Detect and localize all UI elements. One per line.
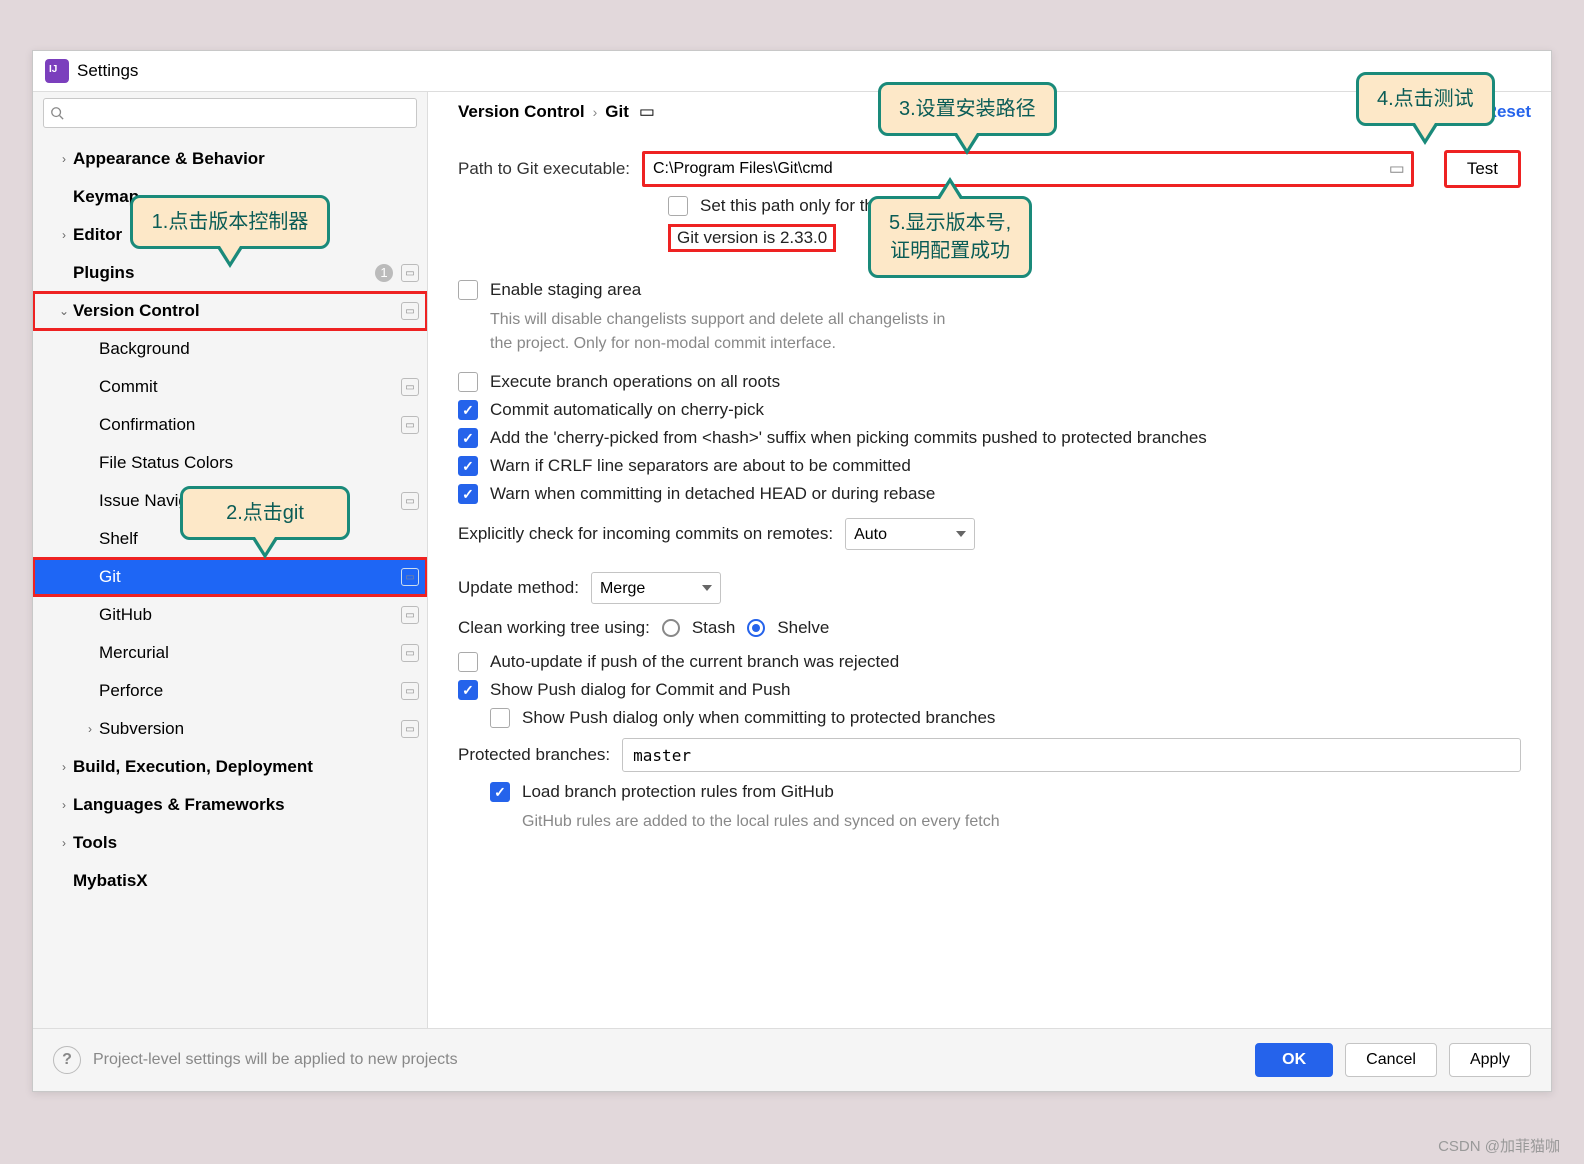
warn-detached-checkbox[interactable]: [458, 484, 478, 504]
warn-crlf-label: Warn if CRLF line separators are about t…: [490, 456, 911, 476]
project-scope-icon: ▭: [639, 102, 655, 122]
callout-5: 5.显示版本号,证明配置成功: [868, 196, 1032, 278]
auto-cherry-checkbox[interactable]: [458, 400, 478, 420]
search-input[interactable]: [43, 98, 417, 128]
tree-item-perforce[interactable]: Perforce▭: [33, 672, 427, 710]
auto-update-checkbox[interactable]: [458, 652, 478, 672]
exec-all-roots-label: Execute branch operations on all roots: [490, 372, 780, 392]
shelve-radio[interactable]: [747, 619, 765, 637]
window-title: Settings: [77, 61, 138, 81]
update-method-label: Update method:: [458, 578, 579, 598]
show-push-checkbox[interactable]: [458, 680, 478, 700]
check-remotes-label: Explicitly check for incoming commits on…: [458, 524, 833, 544]
add-suffix-checkbox[interactable]: [458, 428, 478, 448]
show-push-protected-label: Show Push dialog only when committing to…: [522, 708, 995, 728]
watermark: CSDN @加菲猫咖: [1438, 1135, 1560, 1156]
enable-staging-hint2: the project. Only for non-modal commit i…: [490, 332, 1521, 356]
tree-item-subversion[interactable]: ›Subversion▭: [33, 710, 427, 748]
tree-item-confirmation[interactable]: Confirmation▭: [33, 406, 427, 444]
warn-detached-label: Warn when committing in detached HEAD or…: [490, 484, 935, 504]
tree-item-mybatisx[interactable]: MybatisX: [33, 862, 427, 900]
ok-button[interactable]: OK: [1255, 1043, 1333, 1077]
check-remotes-select[interactable]: Auto: [845, 518, 975, 550]
tree-item-git[interactable]: Git▭: [33, 558, 427, 596]
chevron-right-icon: ›: [593, 104, 598, 120]
git-path-input[interactable]: [645, 154, 1383, 184]
tree-item-tools[interactable]: ›Tools: [33, 824, 427, 862]
breadcrumb-root: Version Control: [458, 102, 585, 122]
add-suffix-label: Add the 'cherry-picked from <hash>' suff…: [490, 428, 1207, 448]
tree-item-github[interactable]: GitHub▭: [33, 596, 427, 634]
tree-item-build-execution-deployment[interactable]: ›Build, Execution, Deployment: [33, 748, 427, 786]
show-push-protected-checkbox[interactable]: [490, 708, 510, 728]
clean-tree-label: Clean working tree using:: [458, 618, 650, 638]
browse-icon[interactable]: ▭: [1383, 154, 1411, 184]
auto-cherry-label: Commit automatically on cherry-pick: [490, 400, 764, 420]
tree-item-appearance-behavior[interactable]: ›Appearance & Behavior: [33, 140, 427, 178]
footer-hint: Project-level settings will be applied t…: [93, 1051, 1243, 1069]
callout-1: 1.点击版本控制器: [130, 195, 330, 249]
callout-4: 4.点击测试: [1356, 72, 1495, 126]
git-version-text: Git version is 2.33.0: [668, 224, 836, 252]
callout-2: 2.点击git: [180, 486, 350, 540]
enable-staging-checkbox[interactable]: [458, 280, 478, 300]
load-github-label: Load branch protection rules from GitHub: [522, 782, 834, 802]
tree-item-mercurial[interactable]: Mercurial▭: [33, 634, 427, 672]
auto-update-label: Auto-update if push of the current branc…: [490, 652, 899, 672]
enable-staging-label: Enable staging area: [490, 280, 641, 300]
protected-branches-label: Protected branches:: [458, 745, 610, 765]
tree-item-languages-frameworks[interactable]: ›Languages & Frameworks: [33, 786, 427, 824]
breadcrumb-leaf: Git: [605, 102, 629, 122]
git-path-field-wrap: ▭: [642, 151, 1414, 187]
stash-label: Stash: [692, 618, 735, 638]
load-github-hint: GitHub rules are added to the local rule…: [522, 810, 1521, 834]
apply-button[interactable]: Apply: [1449, 1043, 1531, 1077]
app-icon: [45, 59, 69, 83]
shelve-label: Shelve: [777, 618, 829, 638]
git-path-label: Path to Git executable:: [458, 159, 630, 179]
footer: ? Project-level settings will be applied…: [33, 1028, 1551, 1091]
update-method-select[interactable]: Merge: [591, 572, 721, 604]
show-push-label: Show Push dialog for Commit and Push: [490, 680, 791, 700]
stash-radio[interactable]: [662, 619, 680, 637]
exec-all-roots-checkbox[interactable]: [458, 372, 478, 392]
tree-item-version-control[interactable]: ⌄Version Control▭: [33, 292, 427, 330]
help-icon[interactable]: ?: [53, 1046, 81, 1074]
title-bar: Settings: [33, 51, 1551, 91]
tree-item-commit[interactable]: Commit▭: [33, 368, 427, 406]
settings-tree[interactable]: ›Appearance & BehaviorKeymap›EditorPlugi…: [33, 134, 427, 1028]
protected-branches-input[interactable]: [622, 738, 1521, 772]
callout-3: 3.设置安装路径: [878, 82, 1057, 136]
warn-crlf-checkbox[interactable]: [458, 456, 478, 476]
load-github-checkbox[interactable]: [490, 782, 510, 802]
tree-item-background[interactable]: Background: [33, 330, 427, 368]
set-path-project-checkbox[interactable]: [668, 196, 688, 216]
tree-item-file-status-colors[interactable]: File Status Colors: [33, 444, 427, 482]
test-button[interactable]: Test: [1444, 150, 1521, 188]
cancel-button[interactable]: Cancel: [1345, 1043, 1437, 1077]
enable-staging-hint1: This will disable changelists support an…: [490, 308, 1521, 332]
